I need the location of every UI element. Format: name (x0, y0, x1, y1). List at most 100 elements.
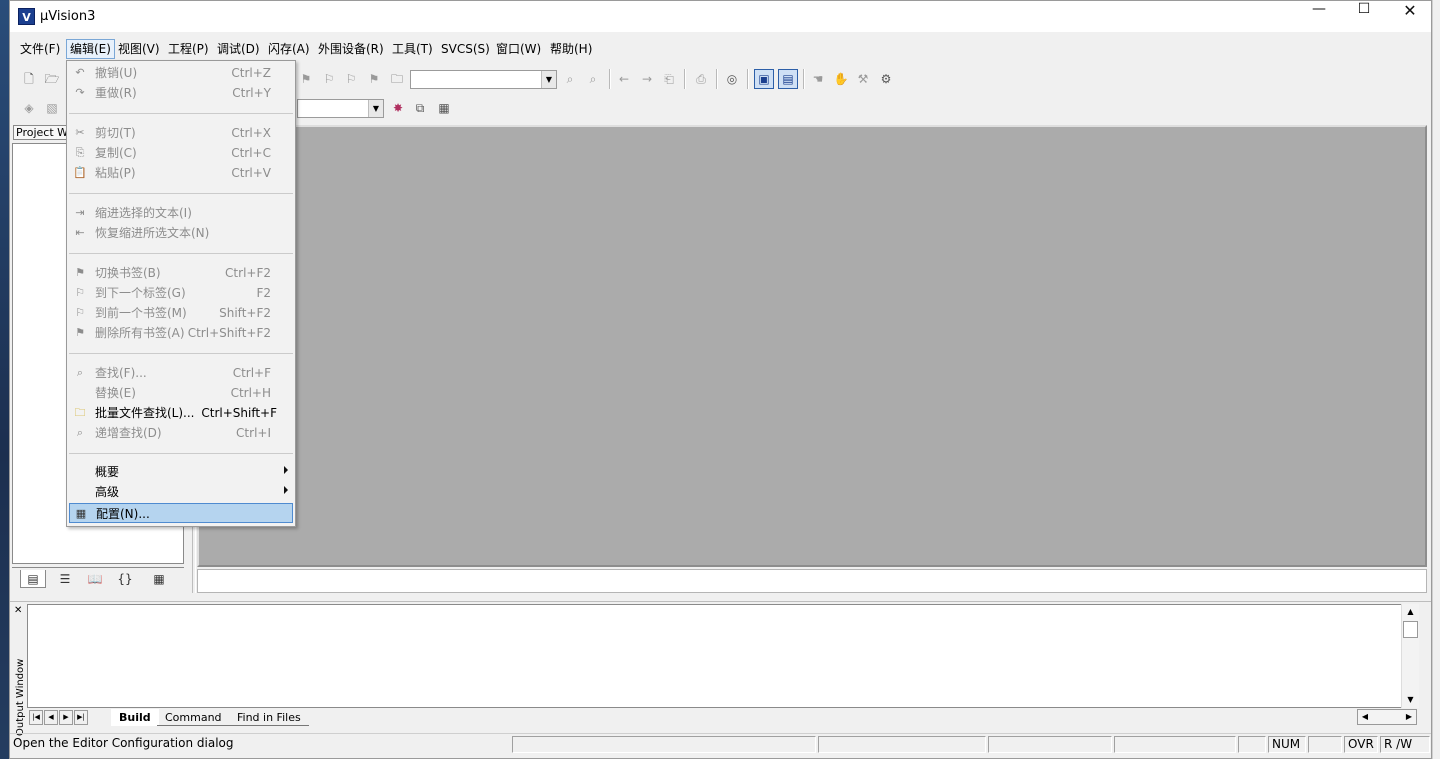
menu-debug[interactable]: 调试(D) (214, 39, 263, 59)
menu-item-cut[interactable]: ✂ 剪切(T) Ctrl+X (69, 123, 293, 143)
menu-tools[interactable]: 工具(T) (389, 39, 436, 59)
component-manager-icon[interactable]: ▦ (435, 99, 453, 117)
menu-item-incremental-find[interactable]: ⌕ 递增查找(D) Ctrl+I (69, 423, 293, 443)
toggle-bookmark-toolbar-icon[interactable]: ⚑ (297, 70, 315, 88)
menu-item-find-in-files[interactable]: 🗀 批量文件查找(L)... Ctrl+Shift+F (69, 403, 293, 423)
menu-item-replace[interactable]: 替换(E) Ctrl+H (69, 383, 293, 403)
menu-item-configuration[interactable]: ▦ 配置(N)... (69, 503, 293, 523)
functions-tab-icon[interactable]: {} (112, 570, 138, 588)
prev-bookmark-icon: ⚐ (75, 306, 85, 319)
menu-item-shortcut: Ctrl+Shift+F (201, 406, 277, 420)
menu-project[interactable]: 工程(P) (165, 39, 212, 59)
desktop-background-right (1432, 0, 1440, 759)
menu-item-prev-bookmark[interactable]: ⚐ 到前一个书签(M) Shift+F2 (69, 303, 293, 323)
find-in-files-toolbar-icon[interactable]: 🗀 (388, 70, 406, 88)
source-browser-icon[interactable]: ⎗ (660, 70, 678, 88)
menu-item-indent[interactable]: ⇥ 缩进选择的文本(I) (69, 203, 293, 223)
menu-item-shortcut: Ctrl+X (231, 126, 271, 140)
menu-item-label: 到下一个标签(G) (95, 286, 186, 300)
indent-icon: ⇥ (75, 206, 85, 219)
menu-file[interactable]: 文件(F) (17, 39, 63, 59)
menu-item-find[interactable]: ⌕ 查找(F)... Ctrl+F (69, 363, 293, 383)
menu-item-outlining[interactable]: 概要 (69, 462, 293, 482)
last-tab-icon[interactable]: ▶| (74, 710, 88, 725)
menu-item-label: 粘贴(P) (95, 166, 136, 180)
back-icon[interactable]: ← (615, 70, 633, 88)
zoom-icon[interactable]: ◎ (723, 70, 741, 88)
clear-bookmarks-toolbar-icon[interactable]: ⚑ (365, 70, 383, 88)
find-combo[interactable]: ▼ (410, 70, 557, 89)
output-window-icon[interactable]: ▤ (778, 69, 798, 89)
menu-item-next-bookmark[interactable]: ⚐ 到下一个标签(G) F2 (69, 283, 293, 303)
next-tab-icon[interactable]: ▶ (59, 710, 73, 725)
prev-bookmark-toolbar-icon[interactable]: ⚐ (320, 70, 338, 88)
menu-item-label: 恢复缩进所选文本(N) (95, 226, 210, 240)
scroll-thumb[interactable] (1403, 621, 1418, 638)
incremental-find-toolbar-icon[interactable]: ⌕ (584, 70, 602, 88)
menu-help[interactable]: 帮助(H) (547, 39, 595, 59)
forward-icon[interactable]: → (638, 70, 656, 88)
first-tab-icon[interactable]: |◀ (29, 710, 43, 725)
scroll-left-icon[interactable]: ◀ (1358, 710, 1372, 724)
menu-item-clear-bookmarks[interactable]: ⚑ 删除所有书签(A) Ctrl+Shift+F2 (69, 323, 293, 343)
menu-item-toggle-bookmark[interactable]: ⚑ 切换书签(B) Ctrl+F2 (69, 263, 293, 283)
output-vertical-scrollbar[interactable]: ▲ ▼ (1401, 604, 1419, 708)
title-bar[interactable]: V µVision3 — ☐ ✕ (10, 1, 1431, 32)
uvision-app-icon[interactable]: V (18, 8, 35, 25)
minimize-button[interactable]: — (1296, 1, 1342, 32)
files-tab-icon[interactable]: ▤ (20, 570, 46, 588)
editor-mdi-area[interactable] (197, 125, 1427, 567)
tab-command[interactable]: Command (157, 709, 230, 726)
menu-item-shortcut: Ctrl+I (236, 426, 271, 440)
prev-tab-icon[interactable]: ◀ (44, 710, 58, 725)
menu-window[interactable]: 窗口(W) (493, 39, 544, 59)
workspace-window-icon[interactable]: ▣ (754, 69, 774, 89)
menu-item-redo[interactable]: ↷ 重做(R) Ctrl+Y (69, 83, 293, 103)
open-file-icon[interactable]: 🗁 (43, 70, 61, 88)
chevron-down-icon[interactable]: ▼ (368, 100, 383, 117)
cut-icon: ✂ (75, 126, 85, 139)
tools-icon[interactable]: ⚒ (854, 70, 872, 88)
find-toolbar-icon[interactable]: ⌕ (561, 70, 579, 88)
print-icon[interactable]: ⎙ (692, 70, 710, 88)
templates-tab-icon[interactable]: ▦ (146, 570, 172, 588)
hand-icon[interactable]: ☚ (809, 70, 827, 88)
close-icon[interactable]: ✕ (14, 606, 24, 616)
build-target-icon[interactable]: ▧ (43, 99, 61, 117)
chevron-down-icon[interactable]: ▼ (541, 71, 556, 88)
menu-item-copy[interactable]: ⎘ 复制(C) Ctrl+C (69, 143, 293, 163)
menu-edit[interactable]: 编辑(E) (66, 39, 115, 59)
output-window-caption: Output Window (15, 658, 26, 736)
new-file-icon[interactable]: 🗋 (20, 70, 38, 88)
output-horizontal-scrollbar[interactable]: ◀ ▶ (1357, 709, 1417, 725)
tab-find-in-files[interactable]: Find in Files (229, 709, 309, 726)
menu-flash[interactable]: 闪存(A) (265, 39, 313, 59)
tab-build[interactable]: Build (111, 709, 159, 726)
target-select[interactable]: ▼ (297, 99, 384, 118)
menu-view[interactable]: 视图(V) (115, 39, 163, 59)
file-extensions-icon[interactable]: ⧉ (411, 99, 429, 117)
status-num: NUM (1268, 736, 1306, 753)
regs-tab-icon[interactable]: ☰ (52, 570, 78, 588)
menu-svcs[interactable]: SVCS(S) (438, 39, 493, 59)
menu-item-advanced[interactable]: 高级 (69, 482, 293, 502)
menu-peripherals[interactable]: 外围设备(R) (315, 39, 387, 59)
next-bookmark-toolbar-icon[interactable]: ⚐ (342, 70, 360, 88)
menu-item-unindent[interactable]: ⇤ 恢复缩进所选文本(N) (69, 223, 293, 243)
translate-icon[interactable]: ◈ (20, 99, 38, 117)
menu-item-undo[interactable]: ↶ 撤销(U) Ctrl+Z (69, 63, 293, 83)
status-rw: R /W (1380, 736, 1430, 753)
stop-hand-icon[interactable]: ✋ (832, 70, 850, 88)
close-button[interactable]: ✕ (1387, 1, 1433, 32)
output-text-area[interactable] (27, 604, 1419, 708)
configure-icon[interactable]: ⚙ (877, 70, 895, 88)
window-title: µVision3 (40, 9, 96, 24)
scroll-down-icon[interactable]: ▼ (1402, 692, 1419, 708)
scroll-up-icon[interactable]: ▲ (1402, 604, 1419, 620)
clear-bookmarks-icon: ⚑ (75, 326, 85, 339)
scroll-right-icon[interactable]: ▶ (1402, 710, 1416, 724)
maximize-button[interactable]: ☐ (1341, 1, 1387, 32)
books-tab-icon[interactable]: 📖 (82, 570, 108, 588)
menu-item-paste[interactable]: 📋 粘贴(P) Ctrl+V (69, 163, 293, 183)
target-options-icon[interactable]: ✸ (389, 99, 407, 117)
